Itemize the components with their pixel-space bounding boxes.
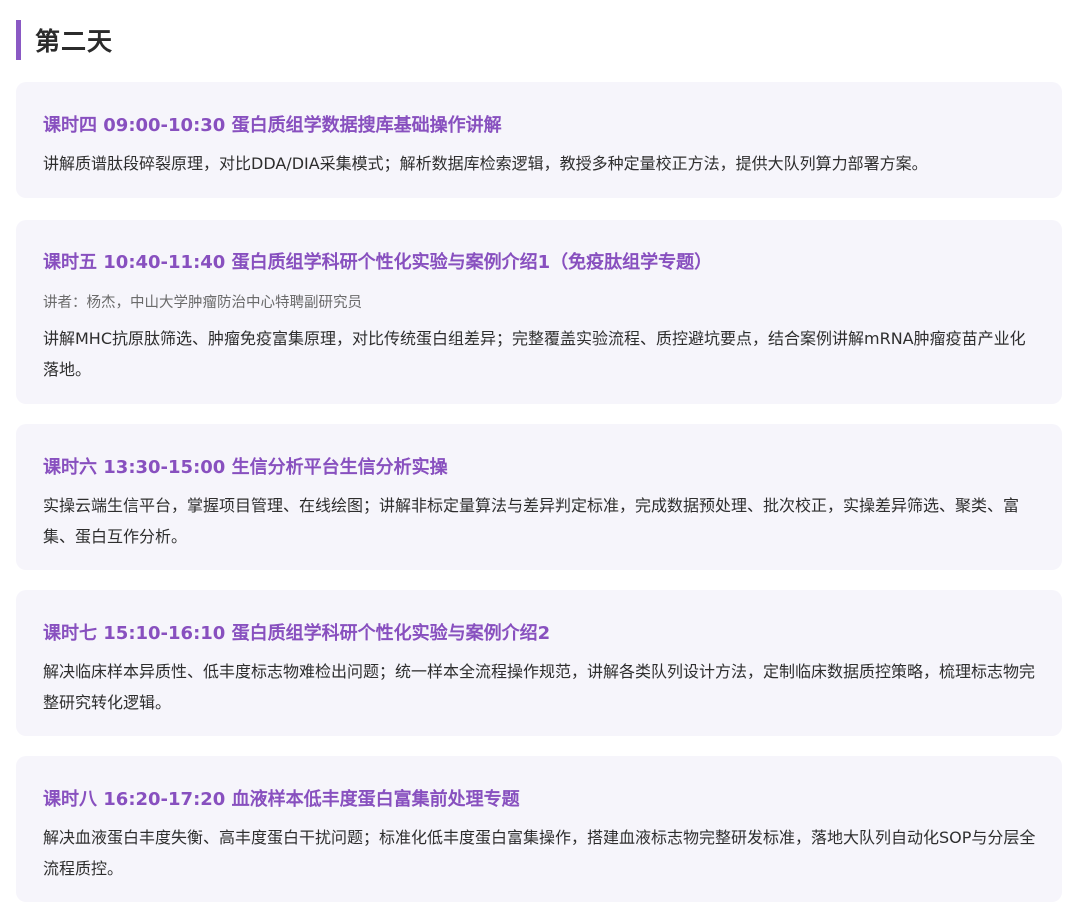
session-description: 讲解MHC抗原肽筛选、肿瘤免疫富集原理，对比传统蛋白组差异；完整覆盖实验流程、质… xyxy=(43,329,1026,379)
session-title: 课时八 16:20-17:20 血液样本低丰度蛋白富集前处理专题 xyxy=(43,789,520,810)
day-header: 第二天 xyxy=(16,20,113,60)
accent-bar xyxy=(16,20,21,60)
session-description: 解决临床样本异质性、低丰度标志物难检出问题；统一样本全流程操作规范，讲解各类队列… xyxy=(43,662,1036,712)
session-card: 课时七 15:10-16:10 蛋白质组学科研个性化实验与案例介绍2 解决临床样… xyxy=(16,590,1062,736)
session-card: 课时八 16:20-17:20 血液样本低丰度蛋白富集前处理专题 解决血液蛋白丰… xyxy=(16,756,1062,902)
session-card: 课时六 13:30-15:00 生信分析平台生信分析实操 实操云端生信平台，掌握… xyxy=(16,424,1062,570)
session-card: 课时五 10:40-11:40 蛋白质组学科研个性化实验与案例介绍1（免疫肽组学… xyxy=(16,220,1062,404)
session-title: 课时七 15:10-16:10 蛋白质组学科研个性化实验与案例介绍2 xyxy=(43,623,551,644)
session-title: 课时四 09:00-10:30 蛋白质组学数据搜库基础操作讲解 xyxy=(43,115,502,136)
session-description: 讲解质谱肽段碎裂原理，对比DDA/DIA采集模式；解析数据库检索逻辑，教授多种定… xyxy=(43,154,928,173)
session-description: 实操云端生信平台，掌握项目管理、在线绘图；讲解非标定量算法与差异判定标准，完成数… xyxy=(43,496,1020,546)
session-description: 解决血液蛋白丰度失衡、高丰度蛋白干扰问题；标准化低丰度蛋白富集操作，搭建血液标志… xyxy=(43,828,1036,878)
session-card: 课时四 09:00-10:30 蛋白质组学数据搜库基础操作讲解 讲解质谱肽段碎裂… xyxy=(16,82,1062,198)
session-title: 课时五 10:40-11:40 蛋白质组学科研个性化实验与案例介绍1（免疫肽组学… xyxy=(43,252,713,273)
session-speaker: 讲者：杨杰，中山大学肿瘤防治中心特聘副研究员 xyxy=(43,295,362,311)
session-title: 课时六 13:30-15:00 生信分析平台生信分析实操 xyxy=(43,457,448,478)
day-title: 第二天 xyxy=(35,27,114,56)
